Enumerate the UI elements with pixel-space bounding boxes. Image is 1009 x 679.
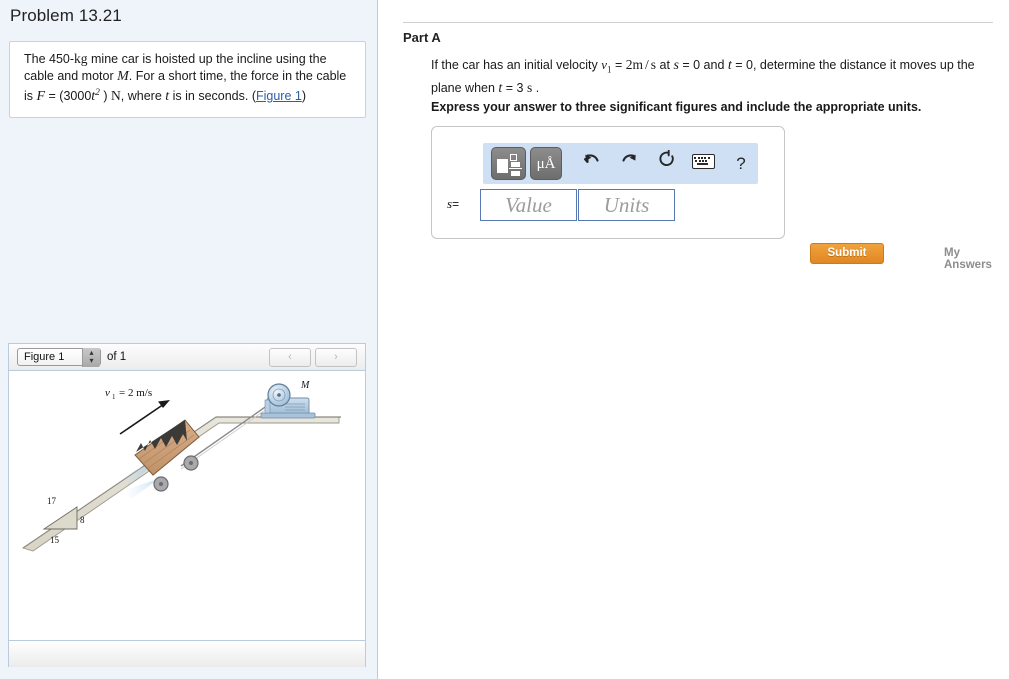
- question-part-3: at: [656, 58, 674, 72]
- figure-canvas: v 1 = 2 m/s M 17 8 15: [9, 371, 365, 641]
- velocity-label-sub: 1: [112, 393, 116, 401]
- template-square-large: [497, 159, 508, 173]
- velocity-label-symbol: v: [105, 387, 110, 399]
- chevron-updown-icon[interactable]: ▴ ▾: [82, 348, 100, 367]
- answer-variable-label: s=: [447, 196, 459, 212]
- problem-page: Problem 13.21 The 450-kg mine car is hoi…: [0, 0, 1009, 679]
- triangle-hyp-label: 17: [47, 496, 57, 506]
- math-toolbar: μÅ ?: [483, 143, 758, 184]
- statement-part-4: , where: [120, 89, 166, 104]
- section-divider: [403, 22, 993, 23]
- keyboard-icon[interactable]: [687, 147, 719, 180]
- statement-part-6: ): [301, 89, 307, 104]
- question-part-6: = 3: [502, 80, 527, 95]
- main-content: Part A If the car has an initial velocit…: [379, 0, 1009, 679]
- velocity-label-value: = 2 m/s: [119, 387, 152, 399]
- unit-kg: kg: [74, 51, 88, 66]
- question-part-4: = 0 and: [678, 58, 728, 72]
- triangle-base-label: 15: [50, 535, 60, 545]
- figure-toolbar: Figure 1 ▴ ▾ of 1 ‹ ›: [9, 344, 365, 371]
- figure-next-button[interactable]: ›: [315, 348, 357, 367]
- reset-icon[interactable]: [651, 147, 683, 180]
- symbol-force-F: F: [36, 89, 46, 105]
- statement-close-paren: ): [99, 89, 112, 104]
- unit-newton: N: [111, 88, 121, 104]
- figure-footer-bar: [9, 641, 365, 667]
- template-square-small: [510, 154, 517, 161]
- units-symbols-button[interactable]: μÅ: [530, 147, 562, 180]
- answer-units-input[interactable]: Units: [578, 189, 675, 221]
- statement-eq: = (3000: [45, 89, 92, 104]
- mine-car-incline-diagram: v 1 = 2 m/s M 17 8 15: [21, 380, 341, 552]
- triangle-vert-label: 8: [80, 515, 85, 525]
- problem-statement-text: The 450-kg mine car is hoisted up the in…: [24, 51, 352, 106]
- figure-panel: Figure 1 ▴ ▾ of 1 ‹ › v 1 = 2 m/s M 17 8…: [8, 343, 366, 667]
- left-panel: Problem 13.21 The 450-kg mine car is hoi…: [0, 0, 378, 679]
- question-text: If the car has an initial velocity v1 = …: [431, 56, 994, 97]
- math-template-icon[interactable]: [491, 147, 526, 180]
- undo-icon[interactable]: [575, 147, 607, 180]
- mine-car: [134, 419, 200, 492]
- template-fraction-denominator: [511, 170, 520, 176]
- value-2m: 2m: [625, 57, 644, 72]
- chevron-down-icon: ▾: [89, 356, 94, 365]
- part-a-heading: Part A: [403, 30, 441, 45]
- velocity-arrow-icon: [119, 400, 170, 435]
- redo-icon[interactable]: [613, 147, 645, 180]
- figure-select[interactable]: Figure 1 ▴ ▾: [17, 348, 101, 367]
- my-answers-link[interactable]: My Answers: [944, 247, 1009, 271]
- page-title: Problem 13.21: [10, 6, 122, 25]
- help-icon[interactable]: ?: [725, 147, 757, 180]
- question-part-7: .: [532, 80, 540, 95]
- slash-divider: /: [645, 57, 649, 72]
- motor-label: M: [300, 380, 310, 391]
- template-fraction-bar: [509, 168, 522, 170]
- answer-equals-sign: =: [452, 197, 460, 211]
- problem-statement-box: The 450-kg mine car is hoisted up the in…: [9, 41, 366, 118]
- symbol-motor-M: M: [117, 68, 129, 84]
- answer-value-input[interactable]: Value: [480, 189, 577, 221]
- template-fraction-numerator: [511, 162, 520, 167]
- statement-part-5: is in seconds. (: [169, 89, 256, 104]
- figure-prev-button[interactable]: ‹: [269, 348, 311, 367]
- statement-part-1: The 450-: [24, 52, 75, 66]
- figure-select-value: Figure 1: [24, 351, 65, 363]
- figure-1-link[interactable]: Figure 1: [256, 89, 302, 103]
- figure-count-label: of 1: [107, 351, 127, 363]
- question-part-1: If the car has an initial velocity: [431, 58, 602, 72]
- answer-instruction: Express your answer to three significant…: [431, 100, 922, 114]
- submit-button[interactable]: Submit: [810, 243, 884, 264]
- question-part-2: =: [611, 58, 626, 72]
- answer-entry-box: μÅ ? s= Value Units: [431, 126, 785, 239]
- slope-triangle: [42, 506, 78, 530]
